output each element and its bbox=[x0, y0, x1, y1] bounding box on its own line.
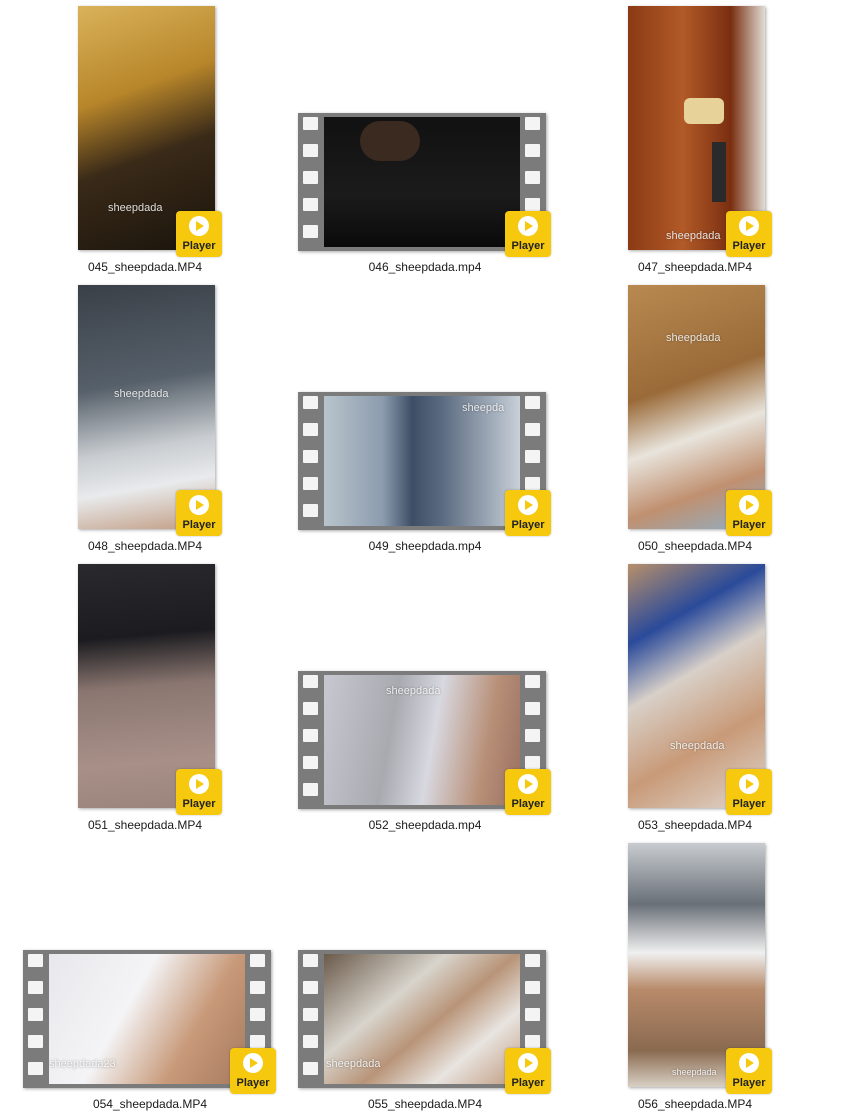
file-name: 046_sheepdada.mp4 bbox=[368, 260, 482, 274]
file-item-050[interactable]: sheepdada Player 050_sheepdada.MP4 bbox=[620, 285, 772, 557]
file-item-053[interactable]: sheepdada Player 053_sheepdada.MP4 bbox=[620, 564, 772, 836]
watermark: sheepdada bbox=[670, 740, 725, 752]
player-badge: Player bbox=[505, 211, 551, 257]
file-item-048[interactable]: sheepdada Player 048_sheepdada.MP4 bbox=[70, 285, 222, 557]
file-item-046[interactable]: Player 046_sheepdada.mp4 bbox=[298, 113, 552, 278]
file-name: 056_sheepdada.MP4 bbox=[637, 1097, 753, 1111]
player-badge: Player bbox=[176, 490, 222, 536]
play-icon bbox=[739, 495, 759, 515]
watermark: sheepdada bbox=[386, 685, 441, 697]
watermark: sheepdada bbox=[666, 230, 721, 242]
watermark: sheepdada bbox=[666, 332, 721, 344]
player-badge: Player bbox=[726, 1048, 772, 1094]
play-icon bbox=[189, 495, 209, 515]
watermark: sheepdada bbox=[326, 1058, 381, 1070]
play-icon bbox=[518, 774, 538, 794]
file-item-055[interactable]: sheepdada Player 055_sheepdada.MP4 bbox=[298, 950, 552, 1115]
file-name: 053_sheepdada.MP4 bbox=[637, 818, 753, 832]
file-name: 055_sheepdada.MP4 bbox=[367, 1097, 483, 1111]
play-icon bbox=[739, 1053, 759, 1073]
file-item-049[interactable]: sheepda Player 049_sheepdada.mp4 bbox=[298, 392, 552, 557]
file-name: 049_sheepdada.mp4 bbox=[368, 539, 482, 553]
play-icon bbox=[518, 495, 538, 515]
player-badge: Player bbox=[726, 490, 772, 536]
watermark: sheepdada bbox=[672, 1067, 717, 1077]
player-badge: Player bbox=[176, 769, 222, 815]
watermark: sheepdada23 bbox=[49, 1058, 116, 1070]
file-name: 045_sheepdada.MP4 bbox=[87, 260, 203, 274]
file-item-054[interactable]: sheepdada23 Player 054_sheepdada.MP4 bbox=[23, 950, 277, 1115]
watermark: sheepdada bbox=[114, 388, 169, 400]
play-icon bbox=[518, 1053, 538, 1073]
file-name: 051_sheepdada.MP4 bbox=[87, 818, 203, 832]
play-icon bbox=[189, 774, 209, 794]
file-name: 050_sheepdada.MP4 bbox=[637, 539, 753, 553]
play-icon bbox=[739, 774, 759, 794]
player-badge: Player bbox=[726, 211, 772, 257]
file-item-051[interactable]: Player 051_sheepdada.MP4 bbox=[70, 564, 222, 836]
player-badge: Player bbox=[505, 1048, 551, 1094]
file-item-047[interactable]: sheepdada Player 047_sheepdada.MP4 bbox=[620, 6, 772, 278]
play-icon bbox=[739, 216, 759, 236]
file-item-052[interactable]: sheepdada Player 052_sheepdada.mp4 bbox=[298, 671, 552, 836]
player-badge: Player bbox=[726, 769, 772, 815]
player-badge: Player bbox=[230, 1048, 276, 1094]
play-icon bbox=[189, 216, 209, 236]
player-badge: Player bbox=[176, 211, 222, 257]
file-item-045[interactable]: sheepdada Player 045_sheepdada.MP4 bbox=[70, 6, 222, 278]
watermark: sheepda bbox=[462, 402, 505, 414]
file-name: 048_sheepdada.MP4 bbox=[87, 539, 203, 553]
file-name: 052_sheepdada.mp4 bbox=[368, 818, 482, 832]
file-name: 047_sheepdada.MP4 bbox=[637, 260, 753, 274]
player-badge: Player bbox=[505, 769, 551, 815]
file-name: 054_sheepdada.MP4 bbox=[92, 1097, 208, 1111]
play-icon bbox=[243, 1053, 263, 1073]
file-item-056[interactable]: sheepdada Player 056_sheepdada.MP4 bbox=[620, 843, 772, 1115]
play-icon bbox=[518, 216, 538, 236]
watermark: sheepdada bbox=[108, 202, 163, 214]
player-badge: Player bbox=[505, 490, 551, 536]
